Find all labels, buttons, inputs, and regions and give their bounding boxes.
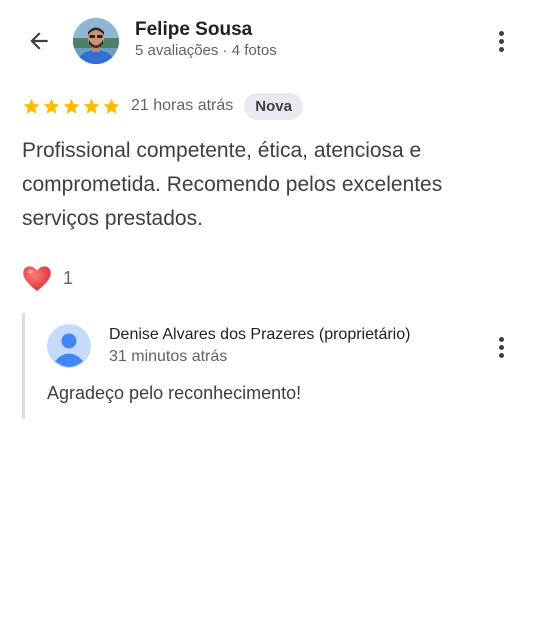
review-menu-button[interactable] xyxy=(489,26,513,56)
review-text: Profissional competente, ética, atencios… xyxy=(22,139,443,230)
star-icon xyxy=(83,98,100,114)
back-button[interactable] xyxy=(22,24,56,58)
reply-menu-button[interactable] xyxy=(489,332,513,362)
star-icon xyxy=(23,98,40,114)
author-photo xyxy=(73,18,119,64)
like-reaction-button[interactable]: 1 xyxy=(21,262,73,294)
reply-text: Agradeço pelo reconhecimento! xyxy=(47,383,302,403)
reply-time: 31 minutos atrás xyxy=(109,348,228,365)
star-rating xyxy=(22,97,121,116)
rating-row: 21 horas atrás Nova xyxy=(22,92,303,120)
new-badge: Nova xyxy=(244,92,303,120)
reaction-count: 1 xyxy=(63,267,74,288)
review-detail-page: Felipe Sousa 5 avaliações · 4 fotos 21 h… xyxy=(0,0,540,630)
heart-icon xyxy=(23,266,51,291)
more-vertical-icon xyxy=(498,336,504,358)
review-time: 21 horas atrás xyxy=(131,97,234,114)
reply-indent-bar xyxy=(22,313,25,419)
star-icon xyxy=(103,98,120,114)
star-icon xyxy=(43,98,60,114)
owner-name: Denise Alvares dos Prazeres (proprietári… xyxy=(109,326,411,343)
author-avatar[interactable] xyxy=(73,18,119,64)
author-meta: 5 avaliações · 4 fotos xyxy=(135,42,277,59)
star-icon xyxy=(63,98,80,114)
owner-avatar[interactable] xyxy=(47,324,91,368)
arrow-left-icon xyxy=(30,32,48,50)
review-header: Felipe Sousa 5 avaliações · 4 fotos xyxy=(0,0,540,84)
author-name[interactable]: Felipe Sousa xyxy=(135,19,252,41)
more-vertical-icon xyxy=(498,30,504,52)
person-icon xyxy=(47,324,91,368)
